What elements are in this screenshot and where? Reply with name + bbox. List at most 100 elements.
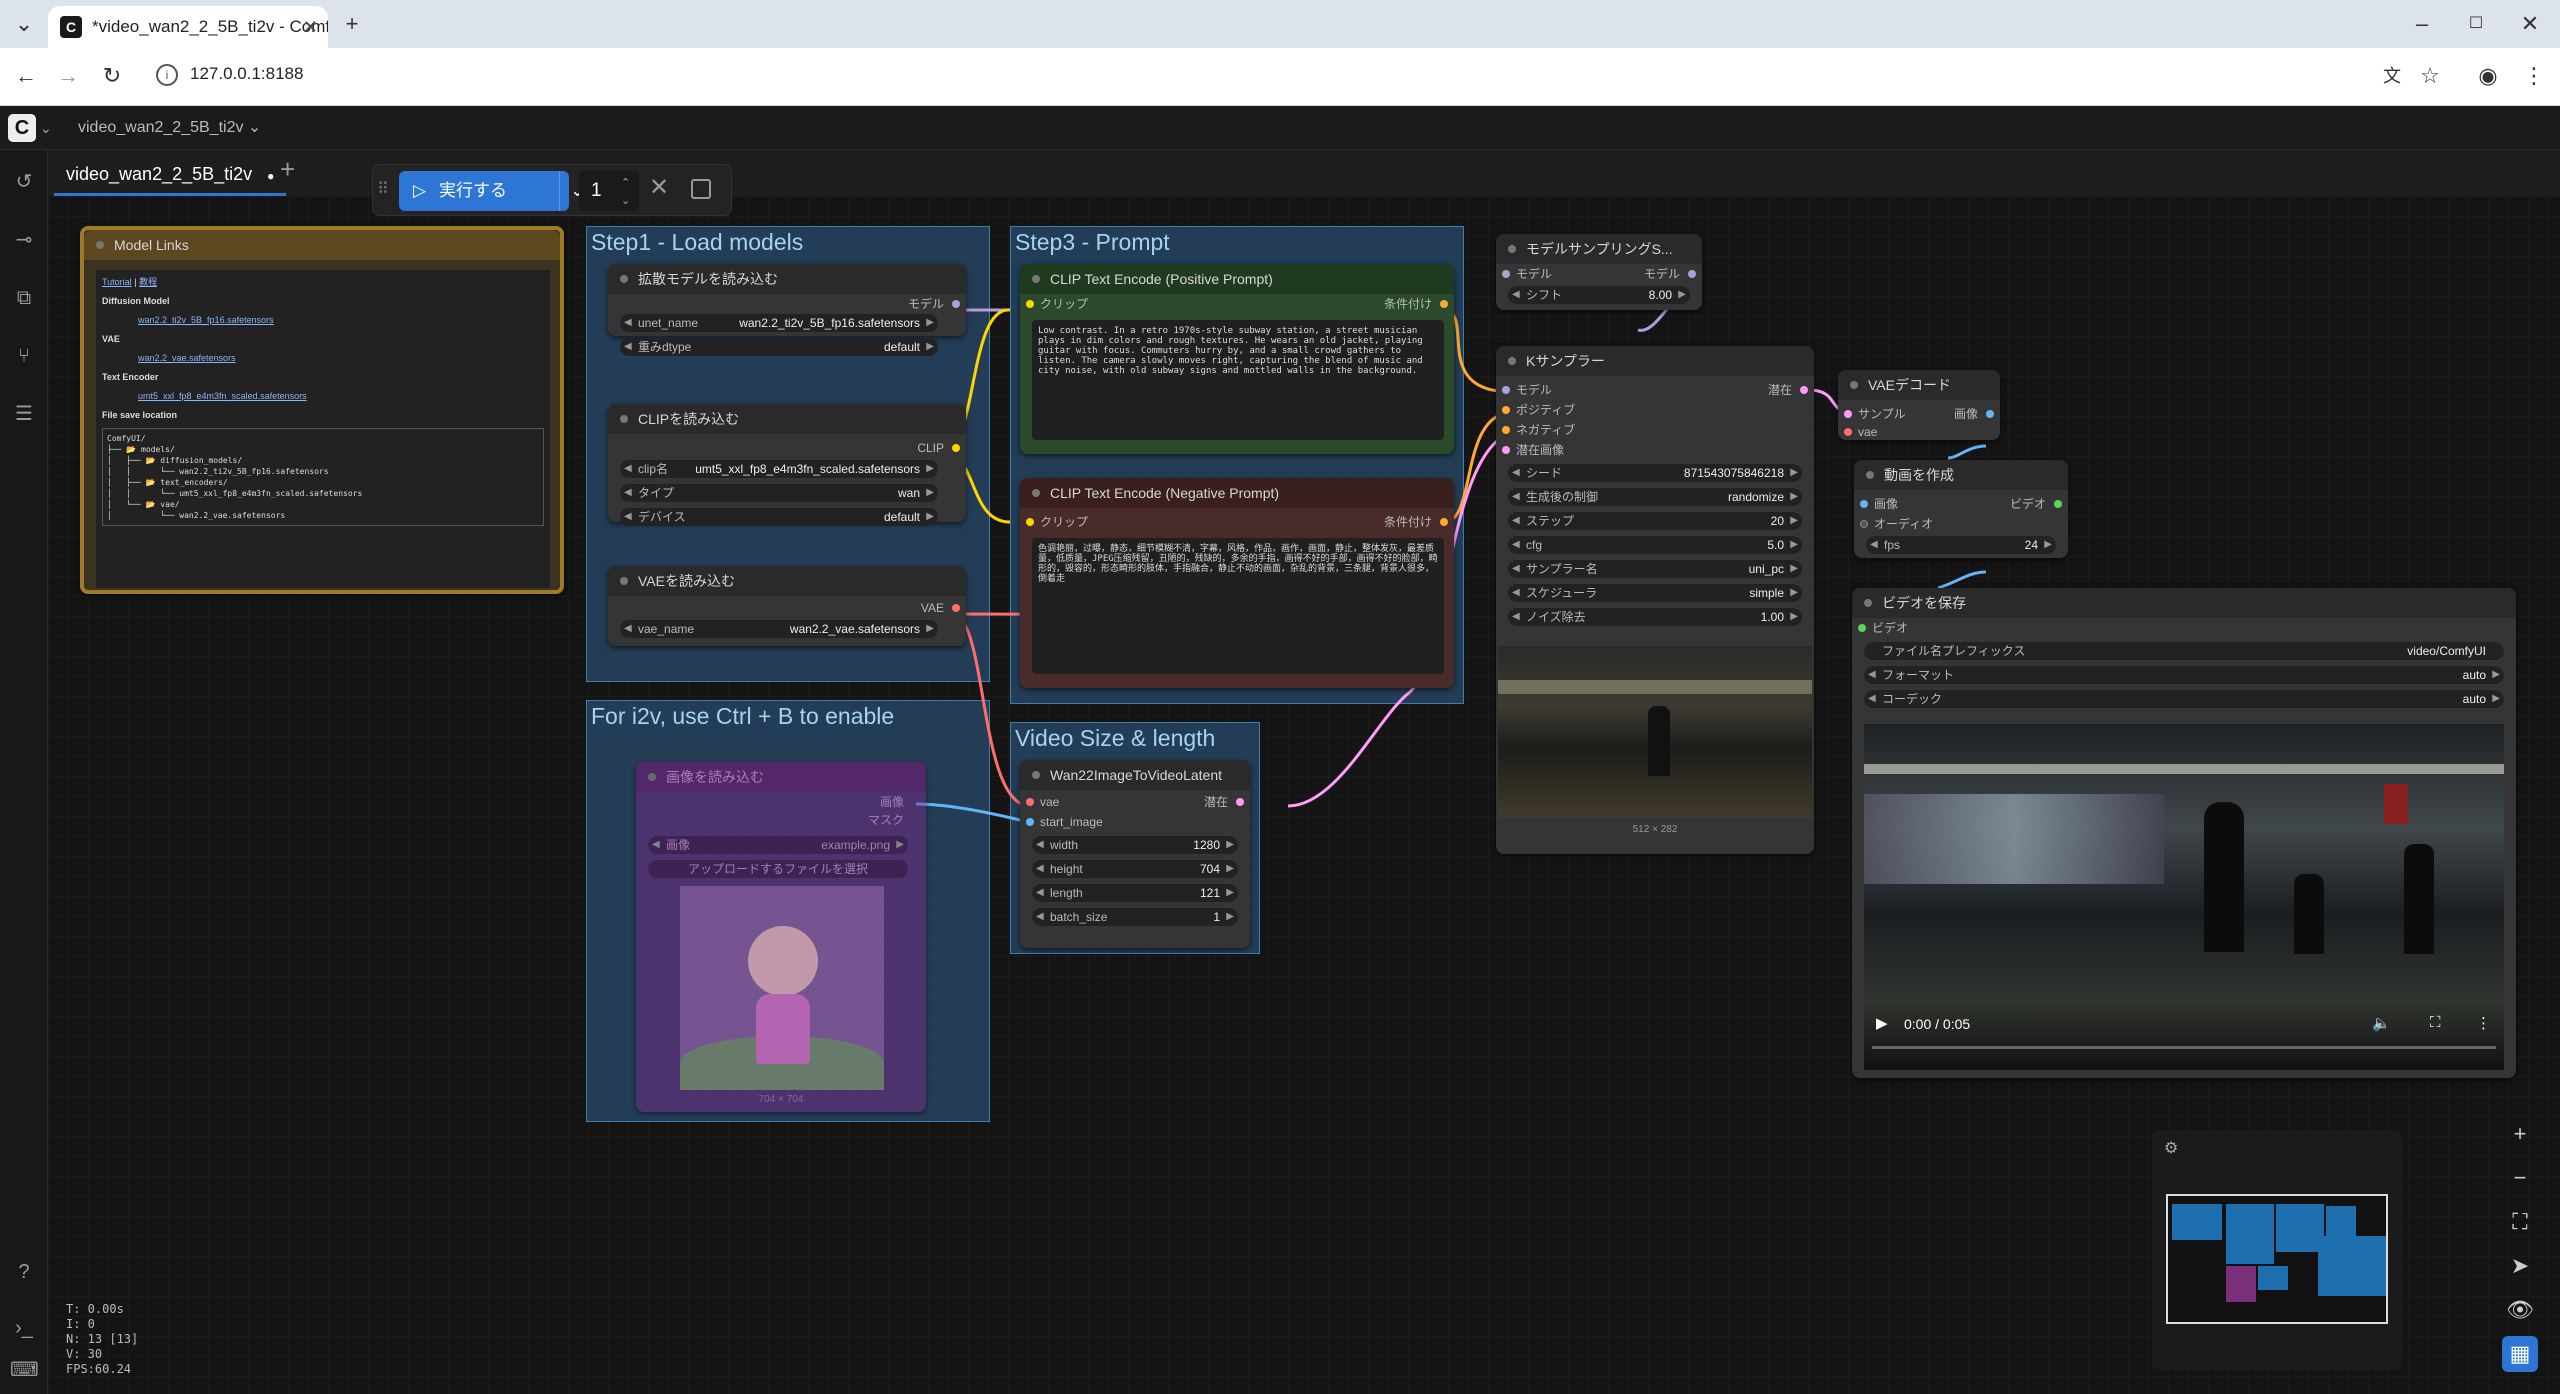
increment-icon[interactable]: ▶: [1790, 464, 1798, 482]
fps-widget[interactable]: ◀ fps 24 ▶: [1866, 536, 2056, 554]
minimap-settings-icon[interactable]: ⚙: [2164, 1138, 2178, 1158]
increment-icon[interactable]: ▶: [2492, 666, 2500, 684]
negative-prompt-textarea[interactable]: 色调艳丽，过曝，静态，细节模糊不清，字幕，风格，作品，画作，画面，静止，整体发灰…: [1032, 538, 1444, 674]
queue-history-icon[interactable]: ↺: [10, 168, 38, 196]
clip-positive-in-dot[interactable]: [1026, 300, 1034, 308]
unet-loader-node[interactable]: 拡散モデルを読み込む モデル ◀ unet_name wan2.2_ti2v_5B_…: [608, 264, 966, 356]
vae-decode-samples-dot[interactable]: [1844, 410, 1852, 418]
graph-canvas[interactable]: Step1 - Load models Step3 - Prompt For i…: [48, 196, 2560, 1394]
maximize-button[interactable]: ☐: [2456, 4, 2496, 44]
minimap-toggle-icon[interactable]: ▦: [2502, 1336, 2538, 1372]
vae-name-widget[interactable]: ◀ vae_name wan2.2_vae.safetensors ▶: [620, 620, 938, 638]
increment-icon[interactable]: ▶: [926, 484, 934, 502]
zoom-out-icon[interactable]: −: [2502, 1160, 2538, 1196]
increment-icon[interactable]: ▶: [1226, 884, 1234, 902]
ksampler-neg-dot[interactable]: [1502, 426, 1510, 434]
codec-widget[interactable]: ◀ コーデック auto ▶: [1864, 690, 2504, 708]
increment-icon[interactable]: ▶: [926, 314, 934, 332]
decrement-icon[interactable]: ◀: [1512, 488, 1520, 506]
minimap-viewport[interactable]: [2166, 1194, 2388, 1324]
unsaved-dot-icon[interactable]: ●: [267, 169, 274, 183]
reload-icon[interactable]: ↻: [92, 56, 132, 96]
workflow-tab[interactable]: video_wan2_2_5B_ti2v ●: [54, 156, 287, 196]
decrement-icon[interactable]: ◀: [624, 338, 632, 356]
decrement-icon[interactable]: ◀: [624, 460, 632, 478]
templates-icon[interactable]: ☰: [10, 400, 38, 428]
format-widget[interactable]: ◀ フォーマット auto ▶: [1864, 666, 2504, 684]
decrement-chevron-icon[interactable]: ⌄: [621, 181, 630, 221]
clip-negative-in-dot[interactable]: [1026, 518, 1034, 526]
scheduler-widget[interactable]: ◀ スケジューラ simple ▶: [1508, 584, 1802, 602]
keyboard-icon[interactable]: ⌨: [10, 1356, 39, 1384]
clip-device-widget[interactable]: ◀ デバイス default ▶: [620, 508, 938, 526]
back-icon[interactable]: ←: [6, 56, 46, 96]
create-video-out-dot[interactable]: [2054, 500, 2062, 508]
increment-icon[interactable]: ▶: [1790, 560, 1798, 578]
site-info-icon[interactable]: i: [156, 64, 178, 86]
sampler-widget[interactable]: ◀ サンプラー名 uni_pc ▶: [1508, 560, 1802, 578]
decrement-icon[interactable]: ◀: [1870, 536, 1878, 554]
dtype-widget[interactable]: ◀ 重みdtype default ▶: [620, 338, 938, 356]
clip-positive-out-dot[interactable]: [1440, 300, 1448, 308]
decrement-icon[interactable]: ◀: [1512, 560, 1520, 578]
minimap[interactable]: ⚙: [2152, 1130, 2402, 1370]
run-button[interactable]: ▷ 実行する ⌄: [399, 171, 585, 211]
shift-widget[interactable]: ◀ シフト 8.00 ▶: [1508, 286, 1690, 304]
tab-search-icon[interactable]: ⌄: [4, 4, 44, 44]
batch-count-input[interactable]: 1 ⌃ ⌄: [579, 171, 639, 211]
vae-decode-vae-dot[interactable]: [1844, 428, 1852, 436]
decrement-icon[interactable]: ◀: [624, 484, 632, 502]
unet-out-dot[interactable]: [952, 300, 960, 308]
model-library-icon[interactable]: ⧉: [10, 284, 38, 312]
terminal-icon[interactable]: ›_: [10, 1314, 38, 1342]
increment-icon[interactable]: ▶: [1790, 608, 1798, 626]
workflow-menu[interactable]: video_wan2_2_5B_ti2v ⌄: [78, 106, 261, 150]
increment-icon[interactable]: ▶: [1790, 488, 1798, 506]
tutorial-jp-link[interactable]: 教程: [139, 277, 157, 287]
drag-handle-icon[interactable]: ⠿: [377, 179, 389, 199]
increment-icon[interactable]: ▶: [1226, 908, 1234, 926]
cfg-widget[interactable]: ◀ cfg 5.0 ▶: [1508, 536, 1802, 554]
browser-tab[interactable]: C *video_wan2_2_5B_ti2v - Comf ✕: [48, 6, 328, 48]
vae-file-link[interactable]: wan2.2_vae.safetensors: [138, 352, 544, 365]
te-file-link[interactable]: umt5_xxl_fp8_e4m3fn_scaled.safetensors: [138, 390, 544, 403]
seed-widget[interactable]: ◀ シード 871543075846218 ▶: [1508, 464, 1802, 482]
upload-button[interactable]: アップロードするファイルを選択: [648, 860, 908, 878]
increment-icon[interactable]: ▶: [1226, 860, 1234, 878]
clip-type-widget[interactable]: ◀ タイプ wan ▶: [620, 484, 938, 502]
image-select-widget[interactable]: ◀ 画像 example.png ▶: [648, 836, 908, 854]
ksampler-latent-dot[interactable]: [1502, 446, 1510, 454]
vae-decode-node[interactable]: VAEデコード サンプル vae 画像: [1838, 370, 2000, 440]
video-play-icon[interactable]: ▶: [1876, 1014, 1888, 1032]
decrement-icon[interactable]: ◀: [1868, 666, 1876, 684]
load-image-node[interactable]: 画像を読み込む 画像 マスク ◀ 画像 example.png ▶ アップロードするフ…: [636, 762, 926, 1112]
video-volume-icon[interactable]: 🔈: [2372, 1014, 2391, 1032]
select-mode-icon[interactable]: ➤: [2502, 1248, 2538, 1284]
logo-menu-chevron-icon[interactable]: ⌄: [40, 106, 52, 150]
ksampler-pos-dot[interactable]: [1502, 406, 1510, 414]
model-links-node[interactable]: Model Links Tutorial | 教程 Diffusion Mode…: [80, 226, 564, 594]
cancel-run-icon[interactable]: ✕: [649, 173, 669, 202]
increment-icon[interactable]: ▶: [1226, 836, 1234, 854]
decrement-icon[interactable]: ◀: [1036, 836, 1044, 854]
comfy-logo-icon[interactable]: C: [8, 114, 36, 142]
control-widget[interactable]: ◀ 生成後の制御 randomize ▶: [1508, 488, 1802, 506]
video-player[interactable]: ▶ 0:00 / 0:05 🔈 ⛶ ⋮: [1864, 724, 2504, 1070]
height-widget[interactable]: ◀ height 704 ▶: [1032, 860, 1238, 878]
zoom-in-icon[interactable]: +: [2502, 1116, 2538, 1152]
decrement-icon[interactable]: ◀: [1512, 286, 1520, 304]
width-widget[interactable]: ◀ width 1280 ▶: [1032, 836, 1238, 854]
vae-decode-out-dot[interactable]: [1986, 410, 1994, 418]
clip-name-widget[interactable]: ◀ clip名 umt5_xxl_fp8_e4m3fn_scaled.safeten…: [620, 460, 938, 478]
node-library-icon[interactable]: ⊸: [10, 226, 38, 254]
decrement-icon[interactable]: ◀: [624, 314, 632, 332]
wan-latent-start-dot[interactable]: [1026, 818, 1034, 826]
increment-icon[interactable]: ▶: [926, 508, 934, 526]
decrement-icon[interactable]: ◀: [1512, 536, 1520, 554]
stop-icon[interactable]: [691, 179, 711, 199]
clip-positive-node[interactable]: CLIP Text Encode (Positive Prompt) クリップ …: [1020, 264, 1454, 454]
increment-icon[interactable]: ▶: [2044, 536, 2052, 554]
save-video-in-dot[interactable]: [1858, 624, 1866, 632]
video-progress-track[interactable]: [1872, 1046, 2496, 1049]
tab-close-button[interactable]: ✕: [303, 6, 318, 48]
